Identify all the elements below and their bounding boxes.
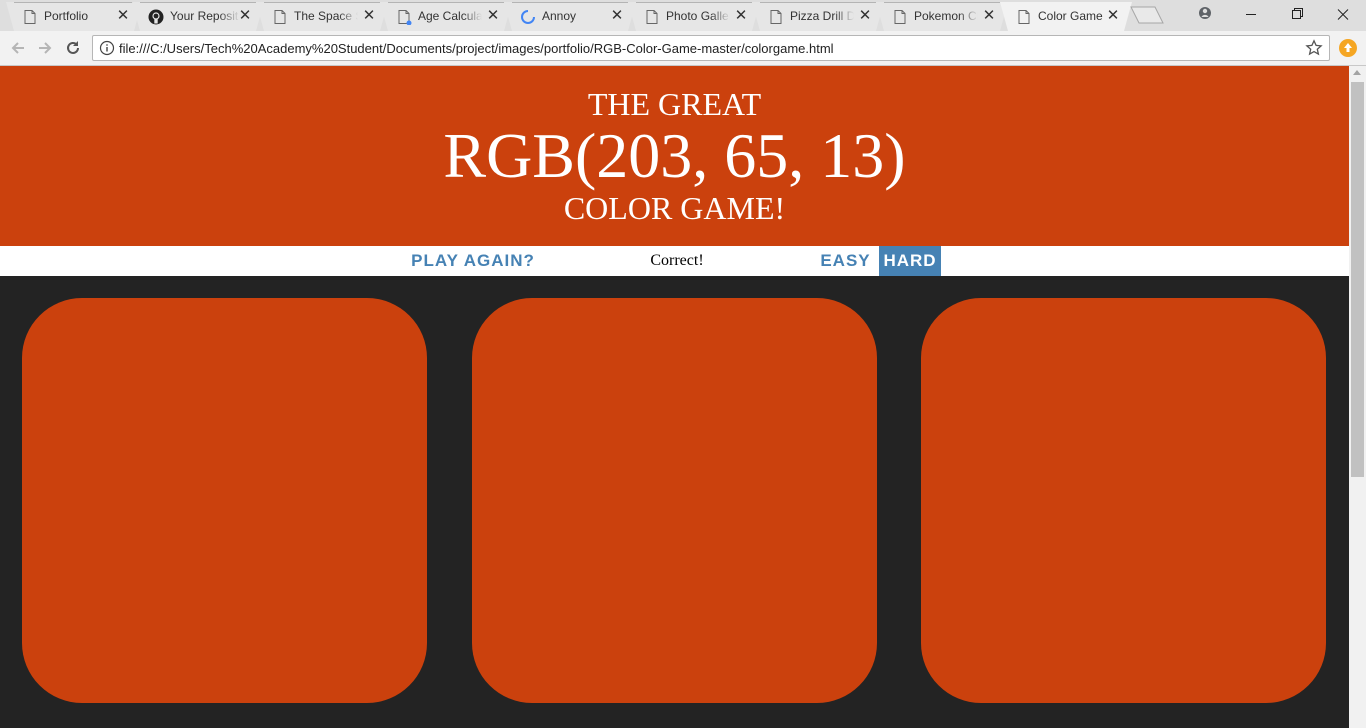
tab-title: Photo Galler: [666, 9, 730, 23]
scrollbar-thumb[interactable]: [1351, 82, 1364, 477]
scroll-up-icon[interactable]: [1353, 70, 1361, 75]
tab-title: Pokemon Ch: [914, 9, 978, 23]
close-icon: [1337, 9, 1349, 20]
tab-close-icon[interactable]: ✕: [114, 7, 132, 25]
extension-update-icon[interactable]: [1339, 39, 1357, 57]
color-square[interactable]: [22, 298, 427, 703]
restore-button[interactable]: [1274, 0, 1320, 29]
page-icon: [770, 10, 782, 24]
reload-icon[interactable]: [63, 38, 83, 58]
profile-button[interactable]: [1182, 0, 1228, 29]
tab-title: Color Game: [1038, 9, 1103, 23]
color-square[interactable]: [921, 298, 1326, 703]
control-stripe: Play Again? Correct! Easy Hard: [0, 246, 1349, 276]
play-again-button[interactable]: Play Again?: [404, 246, 542, 276]
tab-close-icon[interactable]: ✕: [484, 7, 502, 25]
account-icon: [1199, 7, 1211, 19]
tab-space[interactable]: The Space S ✕: [256, 2, 388, 31]
page-icon: [894, 10, 906, 24]
tab-close-icon[interactable]: ✕: [1104, 7, 1122, 25]
tab-close-icon[interactable]: ✕: [856, 7, 874, 25]
color-display: RGB(203, 65, 13): [443, 120, 906, 191]
tab-title: Age Calculat: [418, 9, 482, 23]
bookmark-star-icon[interactable]: [1305, 39, 1323, 57]
tab-close-icon[interactable]: ✕: [236, 7, 254, 25]
vertical-scrollbar[interactable]: [1349, 66, 1366, 728]
hard-mode-button[interactable]: Hard: [879, 246, 941, 276]
page-icon: [398, 10, 412, 25]
tab-photo-gallery[interactable]: Photo Galler ✕: [628, 2, 760, 31]
tab-color-game[interactable]: Color Game ✕: [1000, 2, 1132, 31]
tab-portfolio[interactable]: Portfolio ✕: [6, 2, 142, 31]
tab-title: Pizza Drill Di: [790, 9, 854, 23]
github-icon: [148, 9, 164, 25]
page-icon: [274, 10, 286, 24]
new-tab-button[interactable]: [1130, 6, 1164, 24]
browser-tab-strip: Portfolio ✕ Your Reposit ✕ The Space S ✕…: [0, 0, 1366, 31]
address-url: file:///C:/Users/Tech%20Academy%20Studen…: [119, 41, 834, 56]
arrow-up-icon: [1344, 43, 1352, 52]
tab-close-icon[interactable]: ✕: [608, 7, 626, 25]
title-bottom: COLOR GAME!: [563, 190, 786, 226]
tab-title: Your Reposit: [170, 9, 239, 23]
tab-close-icon[interactable]: ✕: [980, 7, 998, 25]
page-icon: [1018, 10, 1030, 24]
page-viewport: THE GREAT RGB(203, 65, 13) COLOR GAME! P…: [0, 66, 1349, 728]
tab-close-icon[interactable]: ✕: [360, 7, 378, 25]
tab-close-icon[interactable]: ✕: [732, 7, 750, 25]
tab-pizza-drill[interactable]: Pizza Drill Di ✕: [752, 2, 884, 31]
message-display: Correct!: [650, 252, 704, 269]
tab-annoy[interactable]: Annoy ✕: [504, 2, 636, 31]
page-icon: [24, 10, 36, 24]
easy-mode-button[interactable]: Easy: [814, 246, 877, 276]
tab-title: Annoy: [542, 9, 577, 23]
close-window-button[interactable]: [1320, 0, 1366, 29]
color-square[interactable]: [472, 298, 877, 703]
tab-title: Portfolio: [44, 9, 89, 23]
back-arrow-icon[interactable]: [8, 38, 28, 58]
tab-pokemon[interactable]: Pokemon Ch ✕: [876, 2, 1008, 31]
page-icon: [646, 10, 658, 24]
browser-toolbar: file:///C:/Users/Tech%20Academy%20Studen…: [0, 31, 1366, 66]
loading-spinner-icon: [521, 10, 535, 24]
tab-age-calculator[interactable]: Age Calculat ✕: [380, 2, 512, 31]
game-header: THE GREAT RGB(203, 65, 13) COLOR GAME!: [0, 66, 1349, 246]
info-icon[interactable]: [99, 40, 115, 56]
forward-arrow-icon[interactable]: [35, 38, 55, 58]
title-top: THE GREAT: [587, 86, 762, 122]
minimize-button[interactable]: [1228, 0, 1274, 29]
restore-icon: [1292, 8, 1303, 19]
address-bar[interactable]: file:///C:/Users/Tech%20Academy%20Studen…: [92, 35, 1330, 61]
tab-github[interactable]: Your Reposit ✕: [132, 2, 264, 31]
tab-title: The Space S: [294, 9, 358, 23]
minimize-icon: [1246, 14, 1256, 15]
